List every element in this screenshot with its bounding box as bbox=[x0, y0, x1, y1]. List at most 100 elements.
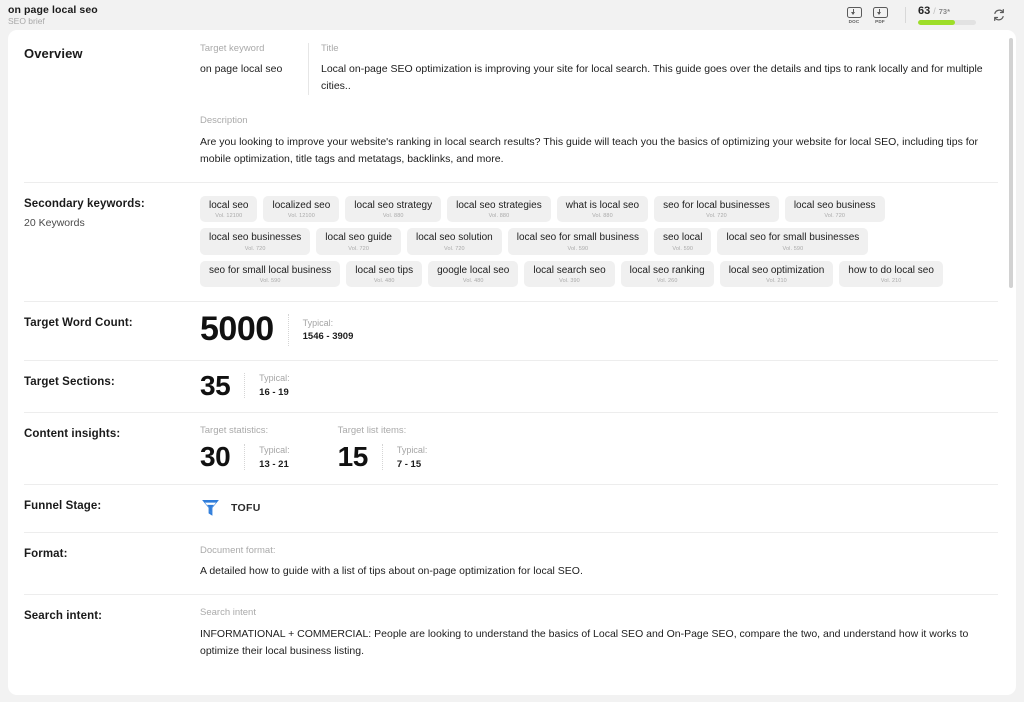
keyword-chip-volume: Vol. 210 bbox=[766, 278, 787, 285]
toolbar-divider bbox=[905, 7, 906, 23]
document-header: on page local seo SEO brief bbox=[8, 4, 98, 27]
funnel-stage-label: Funnel Stage: bbox=[24, 500, 102, 513]
keyword-chip[interactable]: local seo Vol. 12100 bbox=[200, 195, 258, 223]
content-insights-label: Content insights: bbox=[24, 428, 121, 441]
secondary-keywords-label: Secondary keywords: bbox=[24, 197, 145, 210]
keyword-chip-text: local seo ranking bbox=[629, 264, 705, 276]
document-format-value[interactable]: A detailed how to guide with a list of t… bbox=[200, 563, 998, 580]
keyword-chip[interactable]: local seo strategies Vol. 880 bbox=[447, 195, 551, 223]
keyword-chip[interactable]: how to do local seo Vol. 210 bbox=[839, 260, 943, 288]
keyword-chip-text: local seo guide bbox=[325, 232, 392, 244]
keyword-chip[interactable]: seo local Vol. 590 bbox=[654, 228, 712, 255]
search-intent-content: Search intent INFORMATIONAL + COMMERCIAL… bbox=[200, 594, 998, 673]
scrollbar-thumb[interactable] bbox=[1009, 38, 1013, 288]
section-target-sections: Target Sections: 35 Typical: 16 - 19 bbox=[8, 359, 1016, 413]
keyword-chip[interactable]: google local seo Vol. 480 bbox=[428, 260, 519, 288]
keyword-chip-volume: Vol. 590 bbox=[567, 245, 589, 252]
section-target-word-count: Target Word Count: 5000 Typical: 1546 - … bbox=[8, 301, 1016, 359]
keyword-chip-text: google local seo bbox=[437, 264, 510, 276]
keyword-chip-volume: Vol. 590 bbox=[672, 245, 694, 252]
secondary-keywords-count: 20 Keywords bbox=[24, 216, 85, 229]
overview-label: Overview bbox=[24, 46, 83, 61]
export-pdf-button[interactable]: PDF bbox=[867, 3, 893, 27]
keyword-chip[interactable]: local seo guide Vol. 720 bbox=[316, 228, 401, 255]
target-sections-typical: Typical: 16 - 19 bbox=[259, 373, 290, 398]
section-funnel-stage: Funnel Stage: TOFU bbox=[8, 484, 1016, 532]
target-list-items-head: Target list items: bbox=[337, 425, 407, 437]
keyword-chip[interactable]: local seo business Vol. 720 bbox=[784, 195, 885, 223]
keyword-chip-volume: Vol. 260 bbox=[656, 278, 678, 285]
description-field: Description Are you looking to improve y… bbox=[200, 115, 998, 167]
typical-value: 7 - 15 bbox=[396, 458, 422, 470]
description-value[interactable]: Are you looking to improve your website'… bbox=[200, 134, 998, 168]
keyword-chip[interactable]: local seo ranking Vol. 260 bbox=[620, 260, 714, 288]
keyword-chip[interactable]: local seo for small businesses Vol. 590 bbox=[717, 228, 869, 255]
keyword-chip-text: local seo tips bbox=[355, 264, 414, 276]
keyword-chip-volume: Vol. 12100 bbox=[215, 213, 243, 220]
search-intent-label-col: Search intent: bbox=[24, 594, 200, 673]
search-intent-field-label: Search intent bbox=[200, 607, 256, 619]
keyword-chip-volume: Vol. 720 bbox=[824, 213, 846, 220]
format-label: Format: bbox=[24, 548, 68, 561]
keyword-chip[interactable]: local seo strategy Vol. 880 bbox=[345, 195, 442, 223]
keyword-chip[interactable]: localized seo Vol. 12100 bbox=[263, 195, 340, 223]
section-secondary-keywords: Secondary keywords: 20 Keywords local se… bbox=[8, 181, 1016, 302]
keyword-chip-volume: Vol. 12100 bbox=[287, 213, 315, 220]
keyword-chip-text: local seo strategies bbox=[456, 199, 542, 211]
keyword-chip-text: local seo businesses bbox=[209, 232, 302, 244]
keyword-chip-volume: Vol. 720 bbox=[706, 213, 727, 220]
content-insights-label-col: Content insights: bbox=[24, 412, 200, 484]
secondary-keywords-content: local seo Vol. 12100 localized seo Vol. 121… bbox=[200, 182, 998, 302]
keyword-chip[interactable]: seo for local businesses Vol. 720 bbox=[654, 195, 779, 223]
keyword-chip-volume: Vol. 720 bbox=[348, 245, 369, 252]
keyword-chip[interactable]: local seo tips Vol. 480 bbox=[346, 260, 423, 288]
title-label: Title bbox=[321, 43, 339, 54]
keyword-chip-text: what is local seo bbox=[565, 199, 640, 211]
typical-label: Typical: bbox=[396, 444, 428, 455]
search-intent-value[interactable]: INFORMATIONAL + COMMERCIAL: People are l… bbox=[200, 626, 998, 660]
section-overview: Overview Target keyword on page local se… bbox=[8, 30, 1016, 182]
target-statistics-typical: Typical: 13 - 21 bbox=[259, 445, 290, 470]
keyword-chip-volume: Vol. 590 bbox=[259, 278, 281, 285]
metric-divider bbox=[244, 372, 246, 399]
title-value[interactable]: Local on-page SEO optimization is improv… bbox=[321, 61, 998, 95]
page-subtitle: SEO brief bbox=[8, 15, 45, 26]
vertical-scrollbar[interactable] bbox=[1009, 38, 1013, 686]
typical-value: 1546 - 3909 bbox=[302, 331, 354, 343]
target-sections-value: 35 bbox=[200, 369, 231, 401]
keyword-chip-volume: Vol. 720 bbox=[444, 245, 465, 252]
keyword-chip-text: local seo bbox=[209, 199, 249, 211]
keyword-chip-volume: Vol. 480 bbox=[462, 278, 484, 285]
target-list-items-group: Target list items: 15 Typical: 7 - 15 bbox=[338, 425, 428, 470]
search-intent-label: Search intent: bbox=[24, 610, 103, 623]
keyword-chip-text: seo local bbox=[663, 232, 703, 244]
typical-label: Typical: bbox=[259, 373, 290, 384]
keyword-chip[interactable]: local seo optimization Vol. 210 bbox=[719, 260, 834, 288]
keyword-chip-text: seo for small local business bbox=[209, 264, 332, 276]
keyword-chip-list: local seo Vol. 12100 localized seo Vol. 121… bbox=[200, 195, 998, 288]
keyword-chip[interactable]: local seo businesses Vol. 720 bbox=[200, 228, 311, 255]
target-list-items-typical: Typical: 7 - 15 bbox=[397, 445, 428, 470]
keyword-chip[interactable]: local search seo Vol. 390 bbox=[524, 260, 615, 288]
refresh-button[interactable] bbox=[988, 4, 1010, 26]
score-values: 63 / 73* bbox=[918, 5, 950, 17]
target-keyword-field: Target keyword on page local seo bbox=[200, 43, 308, 95]
format-label-col: Format: bbox=[24, 532, 200, 594]
export-doc-button[interactable]: DOC bbox=[841, 3, 867, 27]
keyword-chip[interactable]: seo for small local business Vol. 590 bbox=[200, 260, 341, 288]
keyword-chip-text: localized seo bbox=[272, 199, 331, 211]
target-statistics-group: Target statistics: 30 Typical: 13 - 21 bbox=[200, 425, 290, 470]
brief-scroll-area[interactable]: Overview Target keyword on page local se… bbox=[8, 30, 1016, 695]
target-keyword-value[interactable]: on page local seo bbox=[200, 61, 296, 78]
target-statistics-value: 30 bbox=[200, 441, 231, 473]
keyword-chip-volume: Vol. 880 bbox=[382, 213, 404, 220]
keyword-chip-volume: Vol. 880 bbox=[488, 213, 510, 220]
target-sections-label: Target Sections: bbox=[24, 375, 115, 388]
keyword-chip-text: local seo for small business bbox=[516, 232, 639, 244]
keyword-chip[interactable]: local seo solution Vol. 720 bbox=[407, 228, 502, 255]
keyword-chip[interactable]: what is local seo Vol. 880 bbox=[556, 195, 649, 223]
keyword-chip[interactable]: local seo for small business Vol. 590 bbox=[507, 228, 648, 255]
content-score: 63 / 73* bbox=[918, 5, 976, 25]
score-separator: / bbox=[933, 5, 936, 16]
target-keyword-label: Target keyword bbox=[200, 43, 265, 54]
